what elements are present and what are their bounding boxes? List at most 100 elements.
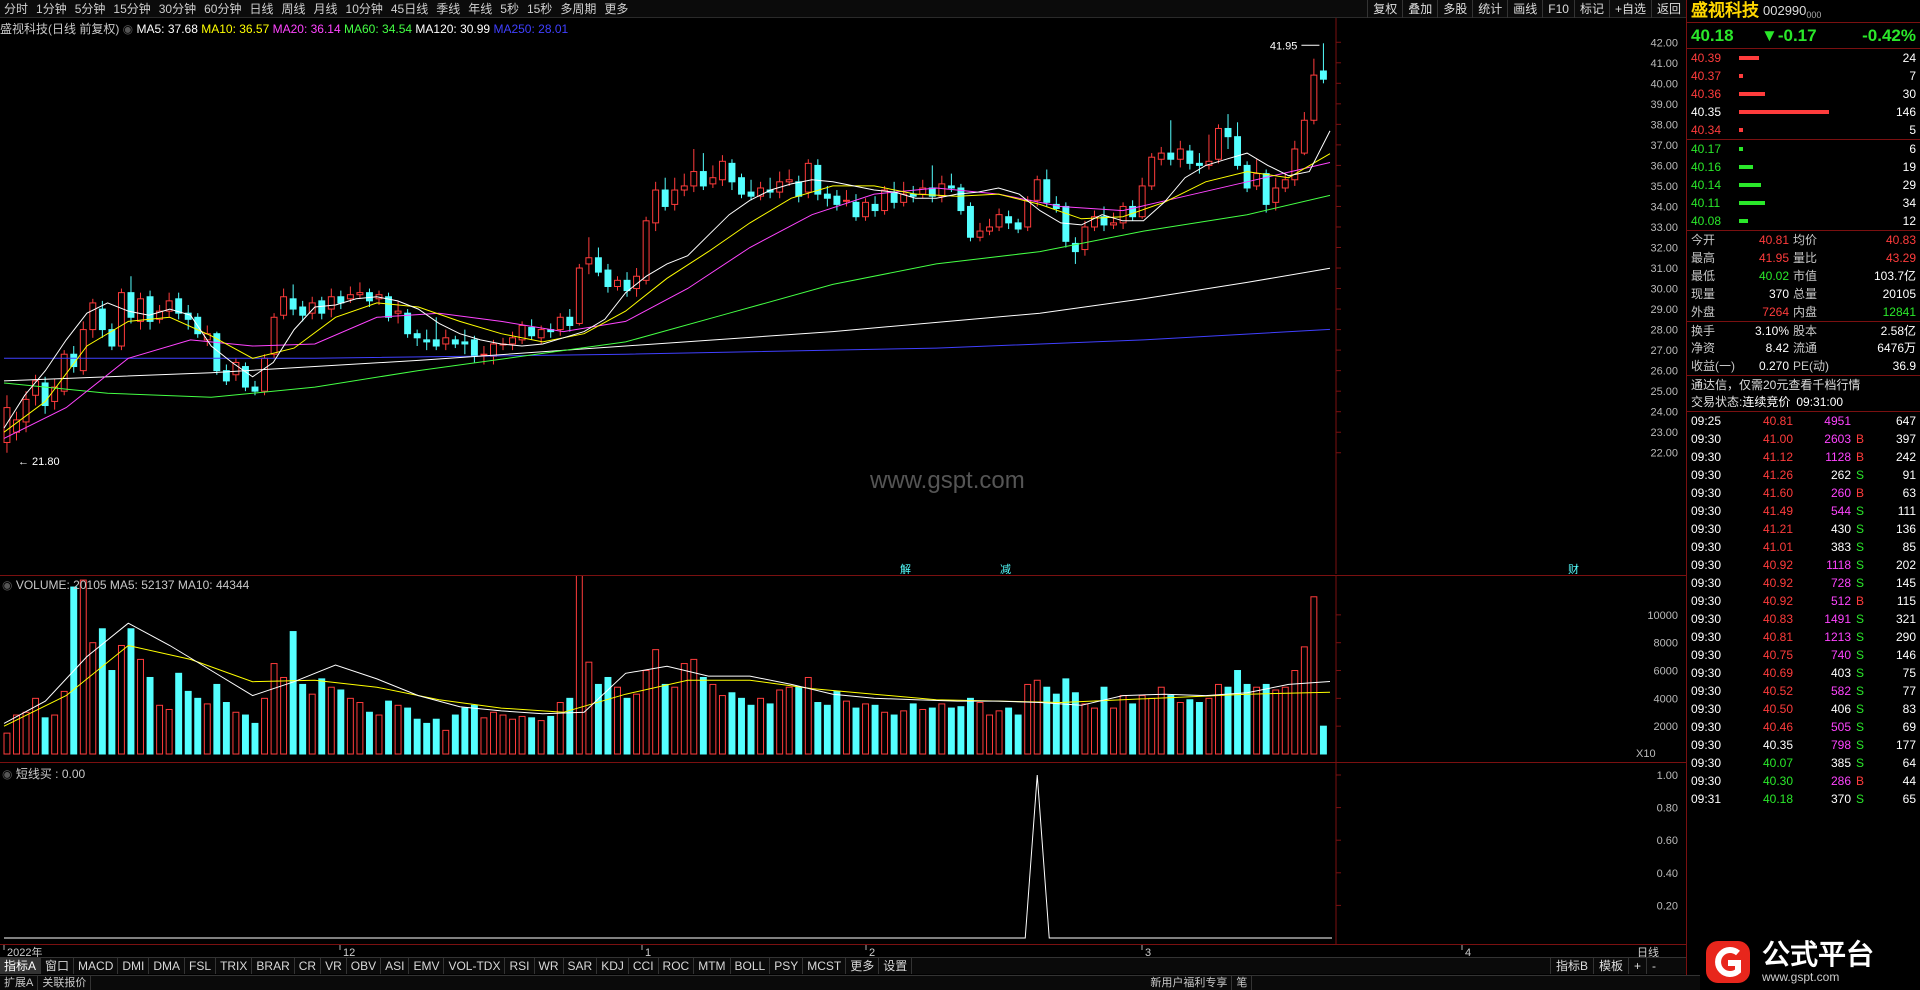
- indicator-tab[interactable]: BOLL: [731, 958, 771, 974]
- volume-chart-svg: 10000 8000 6000 4000 2000 X10: [3, 576, 1678, 762]
- timeframe-tab[interactable]: 分时: [0, 0, 32, 17]
- tick-price: 41.26: [1762, 468, 1793, 482]
- candle-up: [1110, 222, 1118, 226]
- indicator-tab[interactable]: ROC: [659, 958, 695, 974]
- tick-side: [1851, 412, 1869, 430]
- timeframe-tab[interactable]: 月线: [310, 0, 342, 17]
- notice-row[interactable]: 通达信，仅需20元查看千档行情: [1687, 375, 1920, 393]
- indicator-tab-right[interactable]: 指标B: [1550, 958, 1593, 974]
- tick-price: 40.75: [1762, 648, 1793, 662]
- indicator-tab[interactable]: WR: [535, 958, 564, 974]
- tick-time: 09:30: [1691, 450, 1722, 464]
- indicator-chart[interactable]: 1.00 0.80 0.60 0.40 0.20 ◉ 短线买 : 0.00: [0, 762, 1686, 945]
- indicator-tab[interactable]: 窗口: [41, 958, 75, 974]
- toolbar-button[interactable]: 统计: [1472, 0, 1507, 18]
- tick-row: 09:30 40.52 582 S 77: [1687, 682, 1920, 700]
- status-item[interactable]: 扩展A: [0, 976, 39, 990]
- volume-bar-down: [337, 689, 345, 755]
- toolbar-button[interactable]: 叠加: [1402, 0, 1437, 18]
- tick-side: S: [1855, 648, 1864, 662]
- toolbar-button[interactable]: 标记: [1573, 0, 1609, 18]
- indicator-tab[interactable]: MACD: [74, 958, 119, 974]
- volume-bar-down: [1043, 686, 1051, 755]
- timeframe-tab[interactable]: 年线: [464, 0, 496, 17]
- status-item[interactable]: 关联报价: [38, 976, 92, 990]
- timeframe-tab[interactable]: 周线: [277, 0, 309, 17]
- timeframe-tab[interactable]: 30分钟: [155, 0, 200, 17]
- indicator-tab[interactable]: RSI: [505, 958, 535, 974]
- volume-bar-up: [1253, 686, 1261, 755]
- volume-bar-down: [566, 697, 574, 755]
- candle-down: [566, 316, 574, 326]
- timeframe-tab[interactable]: 更多: [600, 0, 632, 17]
- event-marker[interactable]: 减: [1000, 563, 1011, 574]
- bid-price: 40.14: [1691, 178, 1722, 192]
- indicator-tab[interactable]: ASI: [381, 958, 410, 974]
- indicator-tab-right[interactable]: +: [1628, 958, 1646, 974]
- indicator-tab[interactable]: FSL: [185, 958, 217, 974]
- indicator-tab[interactable]: 设置: [879, 958, 913, 974]
- toolbar-button[interactable]: 多股: [1437, 0, 1472, 18]
- volume-bar-down: [795, 686, 803, 755]
- candle-up: [718, 160, 726, 181]
- timeframe-tab[interactable]: 5秒: [496, 0, 523, 17]
- toolbar-button[interactable]: +自选: [1608, 0, 1651, 18]
- indicator-tab[interactable]: DMA: [149, 958, 186, 974]
- indicator-tab[interactable]: 更多: [846, 958, 880, 974]
- indicator-tab[interactable]: KDJ: [597, 958, 629, 974]
- toolbar-button[interactable]: 画线: [1507, 0, 1542, 18]
- indicator-tab[interactable]: PSY: [770, 958, 804, 974]
- toolbar-button[interactable]: 返回: [1650, 0, 1686, 18]
- bid-bar: [1739, 165, 1753, 169]
- volume-bar-down: [184, 690, 192, 755]
- timeframe-tab[interactable]: 日线: [245, 0, 277, 17]
- price-tick-label: 40.00: [1650, 78, 1678, 90]
- indicator-tab[interactable]: BRAR: [252, 958, 295, 974]
- indicator-tab[interactable]: VOL-TDX: [444, 958, 506, 974]
- tick-volume: 262: [1830, 468, 1851, 482]
- indicator-tab[interactable]: EMV: [409, 958, 445, 974]
- indicator-tab-right[interactable]: 模板: [1593, 958, 1628, 974]
- candle-up: [585, 257, 593, 265]
- candle-down: [747, 191, 755, 197]
- timeframe-tab[interactable]: 季线: [432, 0, 464, 17]
- volume-chart[interactable]: 10000 8000 6000 4000 2000 X10 ◉ VOLUME: 20105…: [0, 575, 1686, 762]
- status-item[interactable]: 笔: [1232, 976, 1253, 990]
- indicator-tab[interactable]: CR: [295, 958, 322, 974]
- indicator-tab[interactable]: SAR: [564, 958, 598, 974]
- timeframe-tab[interactable]: 60分钟: [200, 0, 245, 17]
- event-marker[interactable]: 解: [900, 562, 911, 574]
- tick-time: 09:30: [1691, 612, 1722, 626]
- tick-price: 41.49: [1762, 504, 1793, 518]
- toolbar-button[interactable]: F10: [1542, 0, 1574, 18]
- indicator-tab[interactable]: TRIX: [216, 958, 253, 974]
- toolbar-button[interactable]: 复权: [1367, 0, 1402, 18]
- price-chart[interactable]: 42.00 41.00 40.00 39.00 38.00 37.00 36.00 35.00…: [0, 18, 1686, 574]
- indicator-tab[interactable]: DMI: [118, 958, 150, 974]
- indicator-tab[interactable]: CCI: [629, 958, 659, 974]
- timeframe-tab[interactable]: 10分钟: [342, 0, 387, 17]
- indicator-tab[interactable]: MCST: [803, 958, 847, 974]
- event-marker[interactable]: 财: [1568, 562, 1579, 574]
- indicator-tab[interactable]: VR: [321, 958, 347, 974]
- volume-bar-up: [680, 663, 688, 755]
- indicator-tab-right[interactable]: -: [1646, 958, 1661, 974]
- indicator-tab[interactable]: 指标A: [0, 958, 42, 974]
- tick-list[interactable]: 09:25 40.81 4951 647 09:30 41.00 2603 B 397 09:30…: [1687, 411, 1920, 808]
- timeframe-tab[interactable]: 1分钟: [32, 0, 71, 17]
- indicator-tab[interactable]: MTM: [694, 958, 731, 974]
- timeframe-tab[interactable]: 15分钟: [109, 0, 154, 17]
- stat-label: 净资: [1691, 341, 1716, 355]
- dropdown-icon[interactable]: ◉: [2, 767, 12, 781]
- timeframe-tab[interactable]: 多周期: [556, 0, 600, 17]
- timeframe-tab[interactable]: 15秒: [523, 0, 556, 17]
- tick-count: 177: [1895, 738, 1916, 752]
- dropdown-icon[interactable]: ◉: [2, 578, 12, 592]
- stat-value: 41.95: [1758, 251, 1789, 265]
- timeframe-tab[interactable]: 5分钟: [71, 0, 110, 17]
- volume-bar-up: [51, 714, 59, 755]
- indicator-tab[interactable]: OBV: [347, 958, 382, 974]
- vol-unit: X10: [1636, 748, 1656, 760]
- timeframe-tab[interactable]: 45日线: [387, 0, 432, 17]
- status-item[interactable]: 新用户福利专享: [1146, 976, 1233, 990]
